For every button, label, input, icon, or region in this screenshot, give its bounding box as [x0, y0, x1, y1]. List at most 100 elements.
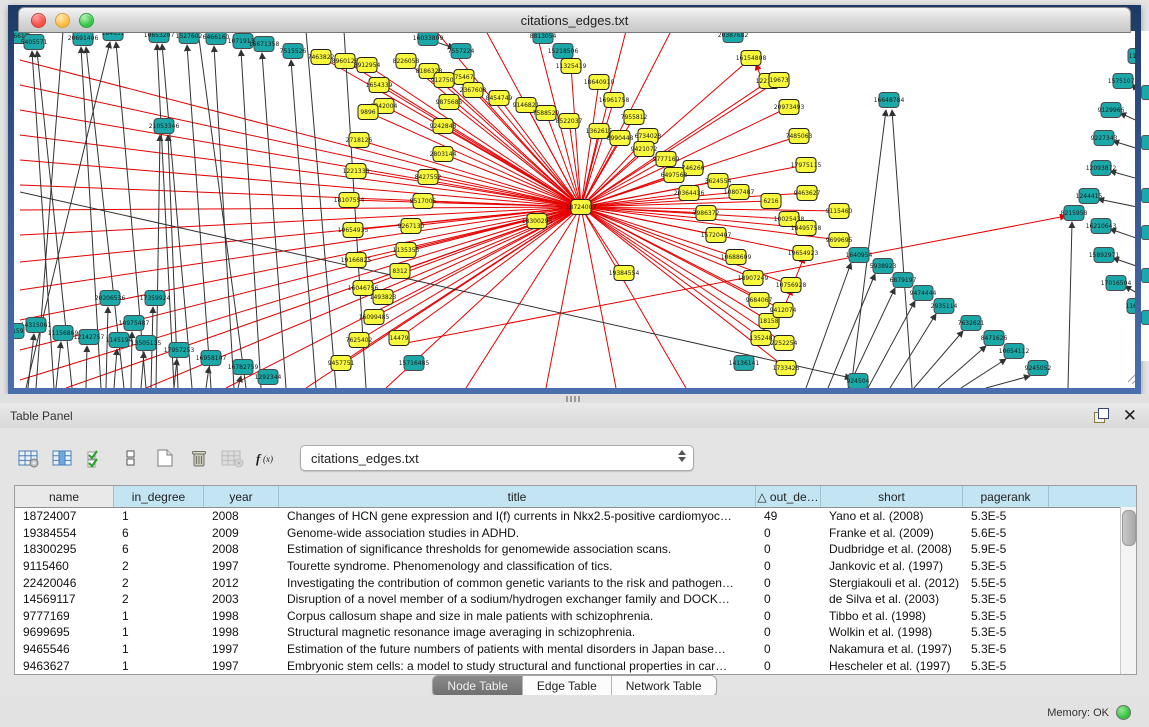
graph-node[interactable]: 1733426 — [773, 361, 800, 376]
graph-node[interactable]: 6879197 — [890, 273, 917, 288]
table-cell[interactable]: 1 — [114, 509, 204, 523]
graph-node[interactable]: 19384554 — [609, 266, 640, 281]
table-cell[interactable]: 0 — [756, 592, 821, 606]
table-row[interactable]: 1938455462009Genome-wide association stu… — [15, 525, 1136, 542]
graph-node[interactable]: 1145194 — [106, 333, 133, 348]
select-all-columns-icon[interactable] — [82, 443, 112, 473]
graph-node[interactable]: 9242848 — [430, 119, 457, 134]
table-cell[interactable]: 9465546 — [15, 642, 114, 656]
graph-node[interactable]: 9115460 — [826, 204, 853, 219]
table-cell[interactable]: Franke et al. (2009) — [821, 526, 963, 540]
graph-node[interactable]: 7632621 — [958, 316, 985, 331]
graph-node[interactable]: 8912954 — [354, 58, 381, 73]
table-cell[interactable]: 5.6E-5 — [963, 526, 1049, 540]
graph-node[interactable]: 11325419 — [556, 59, 587, 74]
table-row[interactable]: 1456911722003Disruption of a novel membe… — [15, 591, 1136, 608]
graph-node[interactable]: 7986372 — [693, 206, 720, 221]
graph-node[interactable]: 9421072 — [631, 142, 658, 157]
table-cell[interactable]: Yano et al. (2008) — [821, 509, 963, 523]
new-column-icon[interactable] — [150, 443, 180, 473]
graph-node[interactable]: 9463627 — [794, 186, 821, 201]
table-cell[interactable]: 2003 — [204, 592, 279, 606]
graph-node[interactable]: 8427552 — [415, 170, 442, 185]
graph-node[interactable]: 16210643 — [1086, 219, 1117, 234]
table-cell[interactable]: 0 — [756, 642, 821, 656]
panel-splitter[interactable] — [0, 394, 1149, 403]
table-row[interactable]: 946362711997Embryonic stem cells: a mode… — [15, 657, 1136, 674]
graph-node[interactable]: 9684067 — [746, 293, 773, 308]
column-header-short[interactable]: short — [821, 486, 963, 507]
graph-node[interactable]: 7485063 — [786, 129, 813, 144]
table-row[interactable]: 1872400712008Changes of HCN gene express… — [15, 508, 1136, 525]
graph-node[interactable]: 5938923 — [870, 259, 897, 274]
graph-node[interactable]: 9896 — [358, 105, 378, 120]
graph-node[interactable]: 20691406 — [68, 31, 99, 46]
table-cell[interactable]: 1 — [114, 609, 204, 623]
graph-node[interactable]: 9457751 — [328, 356, 355, 371]
table-cell[interactable]: de Silva et al. (2003) — [821, 592, 963, 606]
table-cell[interactable]: Changes of HCN gene expression and I(f) … — [279, 509, 756, 523]
table-cell[interactable]: 0 — [756, 576, 821, 590]
graph-node[interactable]: 6497568 — [661, 168, 688, 183]
graph-node[interactable]: 20206536 — [95, 291, 126, 306]
column-header-pagerank[interactable]: pagerank — [963, 486, 1049, 507]
graph-node[interactable]: 16961758 — [599, 93, 630, 108]
graph-node[interactable]: 116753 — [1126, 299, 1135, 314]
table-cell[interactable]: 5.3E-5 — [963, 659, 1049, 673]
table-row[interactable]: 911546021997Tourette syndrome. Phenomeno… — [15, 558, 1136, 575]
graph-node[interactable]: 18107554 — [334, 193, 365, 208]
close-panel-icon[interactable]: ✕ — [1123, 407, 1137, 424]
graph-node[interactable]: 10756928 — [776, 278, 807, 293]
table-cell[interactable]: Tibbo et al. (1998) — [821, 609, 963, 623]
table-cell[interactable]: 1998 — [204, 609, 279, 623]
table-cell[interactable]: Hescheler et al. (1997) — [821, 659, 963, 673]
table-cell[interactable]: 1997 — [204, 559, 279, 573]
resize-grip-icon[interactable] — [1128, 372, 1135, 384]
graph-node[interactable]: 17016504 — [1101, 276, 1132, 291]
graph-node[interactable]: 9517005 — [410, 194, 437, 209]
graph-node[interactable]: 2718126 — [346, 133, 373, 148]
column-header-in_degree[interactable]: in_degree — [114, 486, 204, 507]
table-cell[interactable]: Dudbridge et al. (2008) — [821, 542, 963, 556]
graph-node[interactable]: 10807487 — [724, 185, 755, 200]
network-canvas[interactable]: 1661254055712069140618465110653207152760… — [14, 31, 1135, 388]
graph-node[interactable]: 8990448 — [607, 131, 634, 146]
tab-network-table[interactable]: Network Table — [612, 676, 716, 696]
graph-node[interactable]: 1135355 — [393, 243, 420, 258]
graph-node[interactable]: 16958107 — [196, 351, 227, 366]
table-cell[interactable]: 49 — [756, 509, 821, 523]
table-cell[interactable]: 0 — [756, 609, 821, 623]
graph-node[interactable]: 16648784 — [874, 93, 905, 108]
graph-node[interactable]: 9777169 — [653, 152, 680, 167]
graph-node[interactable]: 19654923 — [788, 246, 819, 261]
table-cell[interactable]: 1 — [114, 659, 204, 673]
table-cell[interactable]: 0 — [756, 526, 821, 540]
table-cell[interactable]: 5.3E-5 — [963, 592, 1049, 606]
graph-node[interactable]: 1221338 — [343, 164, 370, 179]
table-cell[interactable]: 2 — [114, 592, 204, 606]
graph-node[interactable]: 14136141 — [729, 356, 760, 371]
table-cell[interactable]: Structural magnetic resonance image aver… — [279, 625, 756, 639]
graph-node[interactable]: 924504 — [847, 374, 870, 389]
column-header-name[interactable]: name — [15, 486, 114, 507]
graph-node[interactable]: 10688609 — [721, 250, 752, 265]
graph-node[interactable]: 12142757 — [74, 330, 105, 345]
table-cell[interactable]: 5.3E-5 — [963, 609, 1049, 623]
table-cell[interactable]: 0 — [756, 559, 821, 573]
vertical-scrollbar[interactable] — [1120, 507, 1136, 674]
graph-node[interactable]: 7463822 — [308, 50, 335, 65]
tab-node-table[interactable]: Node Table — [433, 676, 523, 696]
table-select-dropdown[interactable]: citations_edges.txt — [300, 445, 694, 471]
column-header-out_de[interactable]: △ out_de… — [756, 486, 821, 507]
graph-node[interactable]: 9412074 — [770, 303, 797, 318]
graph-node[interactable]: 1292344 — [255, 370, 282, 385]
table-cell[interactable]: 18724007 — [15, 509, 114, 523]
table-cell[interactable]: 5.9E-5 — [963, 542, 1049, 556]
graph-node[interactable]: 9474444 — [910, 286, 937, 301]
table-cell[interactable]: Disruption of a novel member of a sodium… — [279, 592, 756, 606]
row-height-icon[interactable] — [116, 443, 146, 473]
table-cell[interactable]: 2008 — [204, 509, 279, 523]
graph-node[interactable]: 15751074 — [1108, 74, 1135, 89]
table-cell[interactable]: Genome-wide association studies in ADHD. — [279, 526, 756, 540]
graph-node[interactable]: 39159 — [14, 324, 24, 339]
